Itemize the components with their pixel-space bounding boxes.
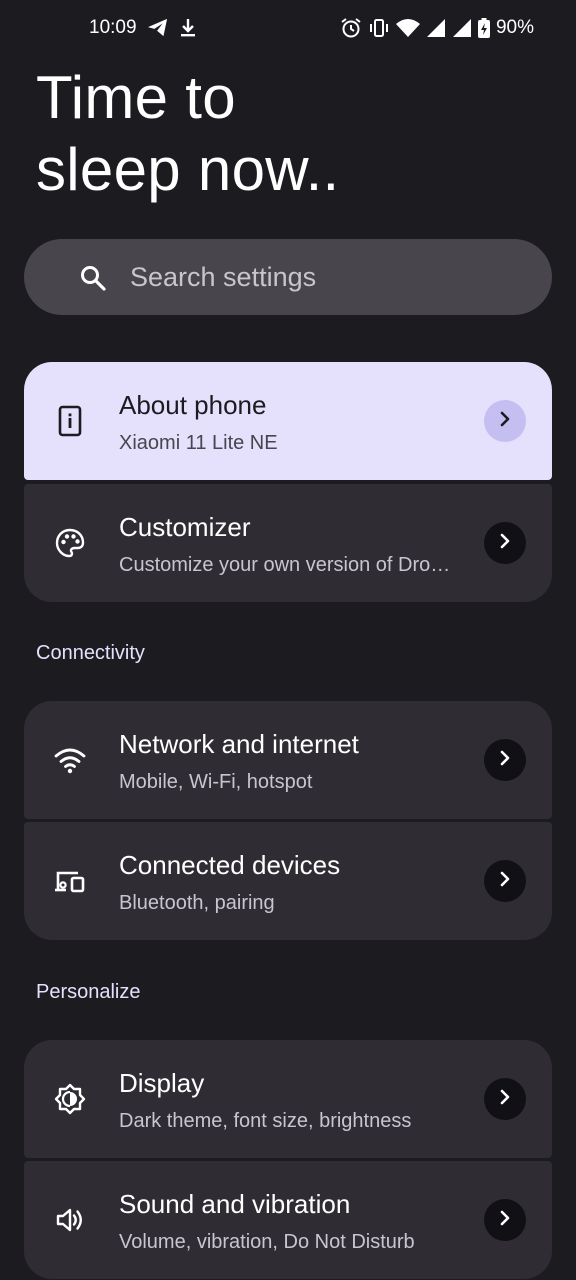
settings-item-customizer[interactable]: Customizer Customize your own version of… bbox=[24, 484, 552, 602]
page-title: Time to sleep now.. bbox=[36, 62, 536, 206]
page-title-line2: sleep now.. bbox=[36, 136, 340, 203]
phone-info-icon bbox=[54, 405, 86, 437]
devices-icon bbox=[54, 865, 86, 897]
section-header-personalize: Personalize bbox=[36, 981, 141, 1003]
settings-item-subtitle: Mobile, Wi-Fi, hotspot bbox=[119, 771, 313, 793]
signal-icon bbox=[426, 18, 446, 38]
chevron-right-icon bbox=[498, 750, 512, 771]
settings-item-subtitle: Xiaomi 11 Lite NE bbox=[119, 432, 278, 454]
settings-item-title: Customizer bbox=[119, 512, 251, 542]
chevron-right-button[interactable] bbox=[484, 400, 526, 442]
settings-item-about-phone[interactable]: About phone Xiaomi 11 Lite NE bbox=[24, 362, 552, 480]
chevron-right-button[interactable] bbox=[484, 1078, 526, 1120]
chevron-right-button[interactable] bbox=[484, 739, 526, 781]
search-bar[interactable] bbox=[24, 239, 552, 315]
settings-item-display[interactable]: Display Dark theme, font size, brightnes… bbox=[24, 1040, 552, 1158]
status-time: 10:09 bbox=[89, 17, 137, 38]
status-right: 90% bbox=[340, 17, 534, 39]
brightness-icon bbox=[54, 1083, 86, 1115]
settings-item-subtitle: Dark theme, font size, brightness bbox=[119, 1110, 412, 1132]
wifi-icon bbox=[54, 744, 86, 776]
download-icon bbox=[179, 18, 197, 38]
settings-item-title: Sound and vibration bbox=[119, 1189, 351, 1219]
search-input[interactable] bbox=[130, 239, 530, 315]
chevron-right-button[interactable] bbox=[484, 522, 526, 564]
settings-item-title: Network and internet bbox=[119, 729, 359, 759]
settings-item-subtitle: Bluetooth, pairing bbox=[119, 892, 275, 914]
settings-item-title: About phone bbox=[119, 390, 267, 420]
status-left: 10:09 bbox=[89, 17, 197, 39]
settings-item-title: Connected devices bbox=[119, 850, 341, 880]
telegram-icon bbox=[147, 18, 169, 38]
chevron-right-button[interactable] bbox=[484, 860, 526, 902]
search-icon bbox=[80, 265, 106, 296]
chevron-right-icon bbox=[498, 1210, 512, 1231]
settings-item-connected-devices[interactable]: Connected devices Bluetooth, pairing bbox=[24, 822, 552, 940]
settings-item-subtitle: Volume, vibration, Do Not Disturb bbox=[119, 1231, 415, 1253]
signal-icon-2 bbox=[452, 18, 472, 38]
section-header-connectivity: Connectivity bbox=[36, 642, 145, 664]
chevron-right-icon bbox=[498, 871, 512, 892]
status-bar: 10:09 90% bbox=[0, 0, 576, 56]
palette-icon bbox=[54, 527, 86, 559]
wifi-icon bbox=[395, 18, 420, 38]
chevron-right-icon bbox=[498, 1089, 512, 1110]
volume-icon bbox=[54, 1204, 86, 1236]
battery-percent: 90% bbox=[495, 17, 534, 38]
settings-item-sound[interactable]: Sound and vibration Volume, vibration, D… bbox=[24, 1161, 552, 1279]
settings-item-subtitle: Customize your own version of Dro… bbox=[119, 554, 451, 576]
settings-item-network[interactable]: Network and internet Mobile, Wi-Fi, hots… bbox=[24, 701, 552, 819]
battery-icon bbox=[477, 18, 490, 38]
vibrate-icon bbox=[368, 18, 390, 38]
chevron-right-icon bbox=[498, 533, 512, 554]
settings-item-title: Display bbox=[119, 1068, 205, 1098]
alarm-icon bbox=[340, 17, 362, 39]
chevron-right-icon bbox=[498, 411, 512, 432]
page-title-line1: Time to bbox=[36, 64, 236, 131]
chevron-right-button[interactable] bbox=[484, 1199, 526, 1241]
